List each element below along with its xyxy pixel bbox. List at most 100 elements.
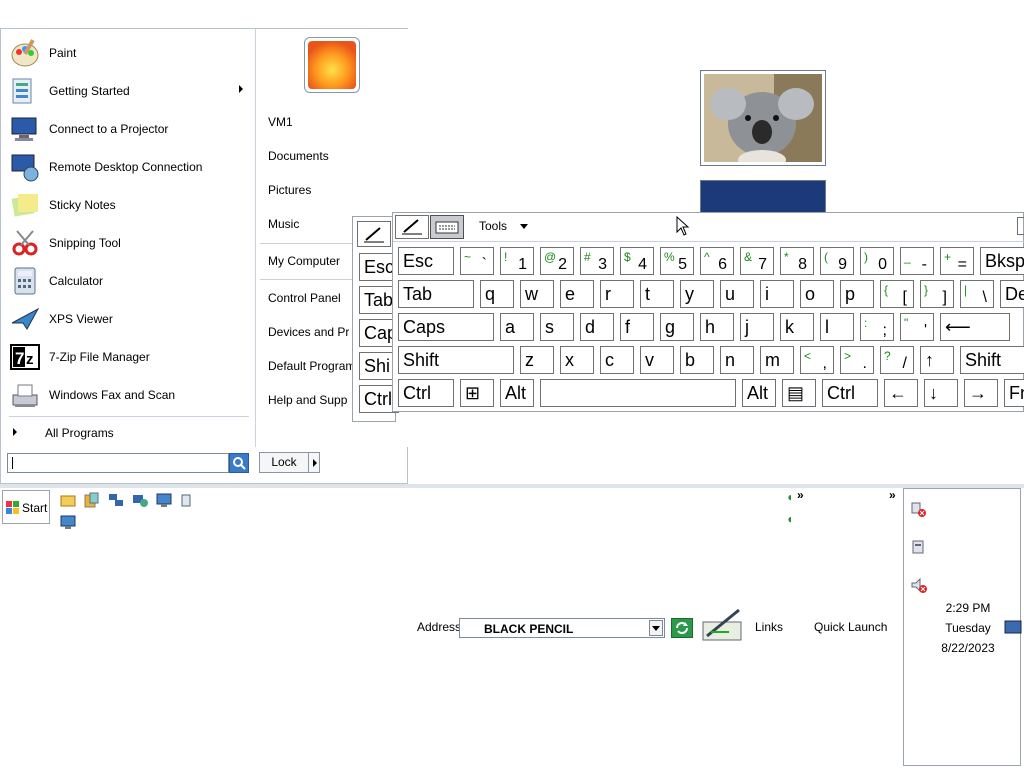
toolbar-chevron[interactable]: » bbox=[889, 488, 896, 502]
key-0-5[interactable]: $4 bbox=[620, 247, 654, 275]
key-4-9[interactable]: → bbox=[964, 379, 998, 407]
key-0-2[interactable]: ! 1 bbox=[500, 247, 534, 275]
key-2-7[interactable]: j bbox=[740, 313, 774, 341]
music-link[interactable]: Music bbox=[268, 217, 299, 231]
search-input[interactable] bbox=[7, 453, 229, 473]
address-dropdown-button[interactable] bbox=[649, 620, 663, 636]
program-remote-desktop[interactable]: Remote Desktop Connection bbox=[9, 149, 249, 185]
key-3-6[interactable]: n bbox=[720, 346, 754, 374]
key-2-0[interactable]: Caps bbox=[398, 313, 494, 341]
key-4-1[interactable]: ⊞ bbox=[460, 379, 494, 407]
program-sticky-notes[interactable]: Sticky Notes bbox=[9, 187, 249, 223]
program-getting-started[interactable]: Getting Started bbox=[9, 73, 249, 109]
folder-icon[interactable] bbox=[84, 492, 100, 508]
network-error-icon[interactable] bbox=[910, 501, 928, 519]
key-4-7[interactable]: ← bbox=[884, 379, 918, 407]
key-3-0[interactable]: Shift bbox=[398, 346, 514, 374]
key-3-8[interactable]: <, bbox=[800, 346, 834, 374]
key-0-3[interactable]: @2 bbox=[540, 247, 574, 275]
key-2-8[interactable]: k bbox=[780, 313, 814, 341]
key-0-0[interactable]: Esc bbox=[398, 247, 454, 275]
explorer-icon[interactable] bbox=[60, 492, 76, 508]
pencil-tablet-icon[interactable] bbox=[701, 606, 745, 644]
key-4-8[interactable]: ↓ bbox=[924, 379, 958, 407]
key-2-4[interactable]: f bbox=[620, 313, 654, 341]
desktop-thumbnail-2[interactable] bbox=[700, 180, 826, 214]
key-1-6[interactable]: y bbox=[680, 280, 714, 308]
start-button[interactable]: Start bbox=[2, 490, 50, 524]
key-1-4[interactable]: r bbox=[600, 280, 634, 308]
key-0-11[interactable]: ) 0 bbox=[860, 247, 894, 275]
user-avatar[interactable] bbox=[304, 37, 360, 93]
my-computer-link[interactable]: My Computer bbox=[268, 254, 340, 268]
remote-icon[interactable] bbox=[156, 492, 172, 508]
key-0-9[interactable]: * 8 bbox=[780, 247, 814, 275]
key-4-3[interactable] bbox=[540, 379, 736, 407]
key-0-7[interactable]: ^ 6 bbox=[700, 247, 734, 275]
key-2-11[interactable]: " ' bbox=[900, 313, 934, 341]
network-icon[interactable] bbox=[108, 492, 124, 508]
key-3-7[interactable]: m bbox=[760, 346, 794, 374]
key-0-12[interactable]: _ - bbox=[900, 247, 934, 275]
all-programs[interactable]: All Programs bbox=[9, 423, 249, 443]
device-icon[interactable] bbox=[910, 539, 928, 557]
key-3-12[interactable]: Shift bbox=[960, 346, 1024, 374]
key-1-5[interactable]: t bbox=[640, 280, 674, 308]
key-2-12[interactable]: ⟵ bbox=[940, 313, 1010, 341]
key-3-1[interactable]: z bbox=[520, 346, 554, 374]
program-7zip[interactable]: 7z 7-Zip File Manager bbox=[9, 339, 249, 375]
key-2-5[interactable]: g bbox=[660, 313, 694, 341]
search-button[interactable] bbox=[229, 453, 249, 473]
key-0-6[interactable]: % 5 bbox=[660, 247, 694, 275]
key-1-8[interactable]: i bbox=[760, 280, 794, 308]
address-combobox[interactable]: BLACK PENCIL bbox=[459, 618, 665, 638]
key-0-8[interactable]: & 7 bbox=[740, 247, 774, 275]
pen-mode-button[interactable] bbox=[357, 221, 391, 247]
key-4-5[interactable]: ▤ bbox=[782, 379, 816, 407]
program-fax-scan[interactable]: Windows Fax and Scan bbox=[9, 377, 249, 413]
key-3-3[interactable]: c bbox=[600, 346, 634, 374]
key-0-4[interactable]: #3 bbox=[580, 247, 614, 275]
volume-muted-icon[interactable] bbox=[910, 577, 928, 595]
internet-icon[interactable] bbox=[132, 492, 148, 508]
clock-time[interactable]: 2:29 PM bbox=[904, 601, 1024, 615]
key-2-2[interactable]: s bbox=[540, 313, 574, 341]
program-paint[interactable]: Paint bbox=[9, 35, 249, 71]
devices-printers-link[interactable]: Devices and Pr bbox=[268, 325, 349, 339]
key-3-11[interactable]: ↑ bbox=[920, 346, 954, 374]
key-1-2[interactable]: w bbox=[520, 280, 554, 308]
key-0-14[interactable]: Bksp bbox=[980, 247, 1024, 275]
koala-thumbnail[interactable] bbox=[700, 70, 826, 170]
default-programs-link[interactable]: Default Program bbox=[268, 359, 355, 373]
key-4-10[interactable]: Fn bbox=[1004, 379, 1024, 407]
key-0-1[interactable]: ~ ` bbox=[460, 247, 494, 275]
go-button[interactable] bbox=[671, 618, 693, 638]
toolbar-chevron[interactable]: » bbox=[797, 488, 804, 502]
key-4-4[interactable]: Alt bbox=[742, 379, 776, 407]
show-desktop-icon[interactable] bbox=[1004, 620, 1022, 634]
key-1-14[interactable]: De bbox=[1000, 280, 1024, 308]
key-3-9[interactable]: >. bbox=[840, 346, 874, 374]
program-snipping-tool[interactable]: Snipping Tool bbox=[9, 225, 249, 261]
key-4-0[interactable]: Ctrl bbox=[398, 379, 454, 407]
recycle-bin-icon[interactable] bbox=[178, 492, 194, 508]
key-4-2[interactable]: Alt bbox=[500, 379, 534, 407]
key-1-11[interactable]: {[ bbox=[880, 280, 914, 308]
user-name-link[interactable]: VM1 bbox=[268, 115, 293, 129]
links-toolbar[interactable]: Links bbox=[755, 620, 783, 634]
documents-link[interactable]: Documents bbox=[268, 149, 329, 163]
key-2-6[interactable]: h bbox=[700, 313, 734, 341]
quick-launch-toolbar[interactable]: Quick Launch bbox=[814, 620, 887, 634]
key-0-13[interactable]: + = bbox=[940, 247, 974, 275]
key-3-4[interactable]: v bbox=[640, 346, 674, 374]
key-2-10[interactable]: :; bbox=[860, 313, 894, 341]
key-1-1[interactable]: q bbox=[480, 280, 514, 308]
key-2-9[interactable]: l bbox=[820, 313, 854, 341]
program-calculator[interactable]: Calculator bbox=[9, 263, 249, 299]
key-2-3[interactable]: d bbox=[580, 313, 614, 341]
control-panel-link[interactable]: Control Panel bbox=[268, 291, 341, 305]
key-2-1[interactable]: a bbox=[500, 313, 534, 341]
key-3-5[interactable]: b bbox=[680, 346, 714, 374]
key-1-7[interactable]: u bbox=[720, 280, 754, 308]
key-3-10[interactable]: ? / bbox=[880, 346, 914, 374]
